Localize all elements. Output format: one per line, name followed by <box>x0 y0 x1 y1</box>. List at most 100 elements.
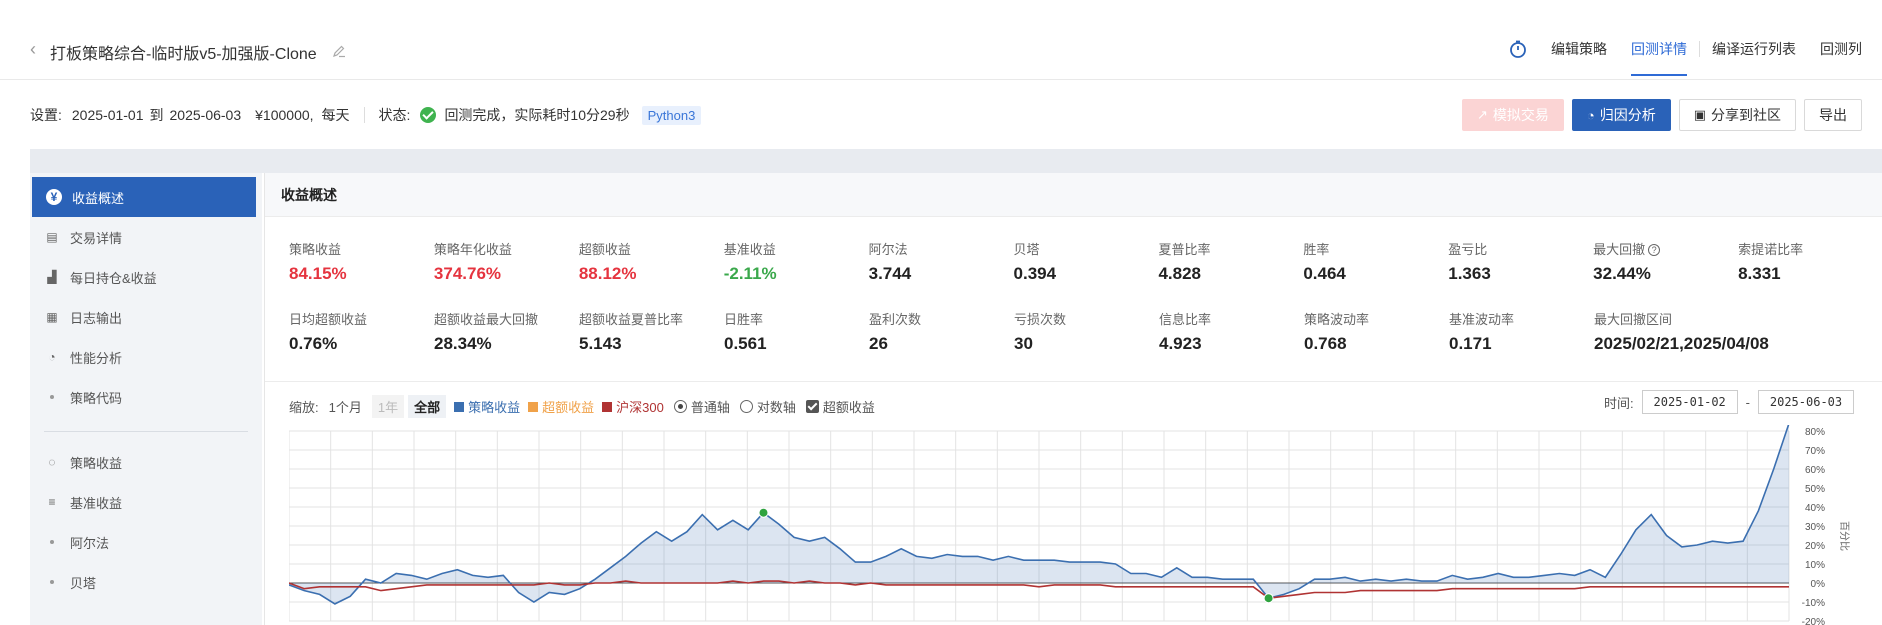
sidebar-item-label: 基准收益 <box>70 495 123 511</box>
metric: 超额收益最大回撤 28.34% <box>434 305 579 375</box>
sidebar-item-items-2[interactable]: ▟ 每日持仓&收益 <box>30 257 262 297</box>
nav-edit-strategy[interactable]: 编辑策略 <box>1539 38 1619 60</box>
sidebar-item-items-4[interactable]: ◔ 性能分析 <box>30 337 262 377</box>
stopwatch-icon <box>1510 40 1526 58</box>
radio-log-axis[interactable] <box>739 400 753 413</box>
zoom-label: 缩放: <box>289 400 319 415</box>
metric: 策略年化收益 374.76% <box>434 235 579 305</box>
nav-backtest-detail[interactable]: 回测详情 <box>1619 38 1699 76</box>
sidebar-divider <box>44 431 248 432</box>
sim-trade-button[interactable]: ↗ 模拟交易 <box>1461 99 1564 131</box>
metric-label: 最大回撤? <box>1593 239 1738 258</box>
sidebar-item-label: 日志输出 <box>70 310 123 326</box>
metrics-row-2: 日均超额收益 0.76% 超额收益最大回撤 28.34% 超额收益夏普比率 5.143 日胜… <box>289 305 1882 375</box>
zoom-1-month[interactable]: 1个月 <box>323 395 368 418</box>
metric-label: 盈亏比 <box>1448 242 1488 257</box>
metric-label: 日均超额收益 <box>289 312 368 327</box>
pie-chart-icon: ◔ <box>48 350 56 364</box>
metric: 亏损次数 30 <box>1014 305 1159 375</box>
zoom-all[interactable]: 全部 <box>408 395 447 418</box>
chart-controls: 缩放: 1个月 1年 全部 策略收益 超额收益 沪深300 普通轴 对数轴 超额… <box>289 395 875 418</box>
help-icon[interactable]: ? <box>1648 244 1661 256</box>
date-range: 时间: 2025-01-02 - 2025-06-03 <box>1604 390 1854 414</box>
start-date: 2025-01-01 <box>71 107 144 123</box>
metric-value: 32.44% <box>1593 264 1651 283</box>
sidebar-item-items-0[interactable]: ¥ 收益概述 <box>32 177 256 217</box>
returns-chart[interactable]: 80% 70% 60% 50% 40% 30% 20% 10% 0% -10% -20% 百分比 <box>289 425 1869 625</box>
metric: 日胜率 0.561 <box>724 305 869 375</box>
metric-label: 胜率 <box>1303 242 1330 257</box>
metric: 盈利次数 26 <box>869 305 1014 375</box>
edit-pencil-icon[interactable] <box>332 44 346 58</box>
sidebar-item-items2-3[interactable]: 贝塔 <box>30 562 262 602</box>
metric: 索提诺比率 8.331 <box>1738 235 1882 305</box>
legend-excess[interactable]: 超额收益 <box>528 397 594 416</box>
metric-label: 日胜率 <box>724 312 764 327</box>
log-axis-label: 对数轴 <box>756 400 796 415</box>
metric-value: 84.15% <box>289 264 347 283</box>
metric-value: 0.561 <box>724 334 767 353</box>
capital: ¥100000, <box>255 107 314 123</box>
metric-value: 0.171 <box>1449 334 1492 353</box>
metric: 策略波动率 0.768 <box>1304 305 1449 375</box>
date-to-input[interactable]: 2025-06-03 <box>1758 390 1854 414</box>
legend-benchmark[interactable]: 沪深300 <box>602 397 664 416</box>
metric-label: 基准收益 <box>723 242 776 257</box>
metric-value: 2025/02/21,2025/04/08 <box>1594 334 1769 353</box>
time-label: 时间: <box>1604 395 1634 411</box>
nav-compile-run-list[interactable]: 编译运行列表 <box>1700 38 1808 60</box>
checkbox-excess[interactable] <box>805 400 819 413</box>
legend-swatch <box>602 401 613 412</box>
extreme-marker <box>758 507 769 518</box>
date-from-input[interactable]: 2025-01-02 <box>1641 390 1738 414</box>
sidebar-item-label: 策略收益 <box>70 455 123 471</box>
sidebar-item-items2-2[interactable]: 阿尔法 <box>30 522 262 562</box>
status-label: 状态: <box>378 107 411 123</box>
metric-label: 索提诺比率 <box>1738 242 1804 257</box>
metric-value: 4.828 <box>1158 264 1201 283</box>
status-text: 回测完成，实际耗时10分29秒 <box>444 107 630 123</box>
metric-value: 4.923 <box>1159 334 1202 353</box>
metric-value: -2.11% <box>723 264 777 283</box>
bullet-dot <box>50 540 54 544</box>
metric: 胜率 0.464 <box>1303 235 1448 305</box>
zoom-1-year[interactable]: 1年 <box>371 395 405 418</box>
sidebar-item-items-5[interactable]: 策略代码 <box>30 377 262 417</box>
panel-title: 收益概述 <box>265 173 1882 217</box>
metric-label: 策略波动率 <box>1304 312 1370 327</box>
y-tick-label: 60% <box>1805 465 1825 476</box>
export-button[interactable]: 导出 <box>1804 99 1862 131</box>
metric-label: 最大回撤区间 <box>1594 312 1673 327</box>
legend-strategy[interactable]: 策略收益 <box>454 397 520 416</box>
pie-chart-icon: ◔ <box>1586 107 1595 123</box>
main-panel: 收益概述 策略收益 84.15% 策略年化收益 374.76% 超额收益 88.12% 基准… <box>264 173 1882 625</box>
metric-label: 超额收益最大回撤 <box>434 312 539 327</box>
sidebar-item-label: 贝塔 <box>70 575 97 591</box>
sidebar-item-items-3[interactable]: ▦ 日志输出 <box>30 297 262 337</box>
metric: 最大回撤? 32.44% <box>1593 235 1738 305</box>
radio-normal-axis[interactable] <box>673 400 687 413</box>
metric-value: 26 <box>869 334 888 353</box>
legend-swatch <box>528 401 539 412</box>
back-arrow-icon[interactable]: ‹ <box>30 40 36 58</box>
y-tick-label: -20% <box>1802 617 1825 625</box>
metric-label: 夏普比率 <box>1158 242 1211 257</box>
share-community-button[interactable]: ▣ 分享到社区 <box>1678 99 1796 131</box>
sidebar-item-items2-1[interactable]: ≡ 基准收益 <box>30 482 262 522</box>
sidebar-item-label: 每日持仓&收益 <box>70 270 157 286</box>
metric-label: 盈利次数 <box>869 312 922 327</box>
sidebar-item-items-1[interactable]: ▤ 交易详情 <box>30 217 262 257</box>
metric-value: 30 <box>1014 334 1033 353</box>
sidebar-item-label: 策略代码 <box>70 390 123 406</box>
nav-backtest-list[interactable]: 回测列 <box>1808 38 1862 60</box>
metric: 阿尔法 3.744 <box>869 235 1014 305</box>
sidebar-item-items2-0[interactable]: ◌ 策略收益 <box>30 442 262 482</box>
metric: 策略收益 84.15% <box>289 235 434 305</box>
normal-axis-label: 普通轴 <box>690 400 730 415</box>
sidebar: ¥ 收益概述 ▤ 交易详情 ▟ 每日持仓&收益 ▦ 日志输出 ◔ 性能分析策略代码 ◌ 策略收益 ≡ 基准… <box>30 173 262 625</box>
metric-value: 0.76% <box>289 334 338 353</box>
metric-value: 28.34% <box>434 334 492 353</box>
attribution-button[interactable]: ◔ 归因分析 <box>1571 99 1671 131</box>
settings-label: 设置: <box>30 107 62 123</box>
metric-value: 0.464 <box>1303 264 1346 283</box>
